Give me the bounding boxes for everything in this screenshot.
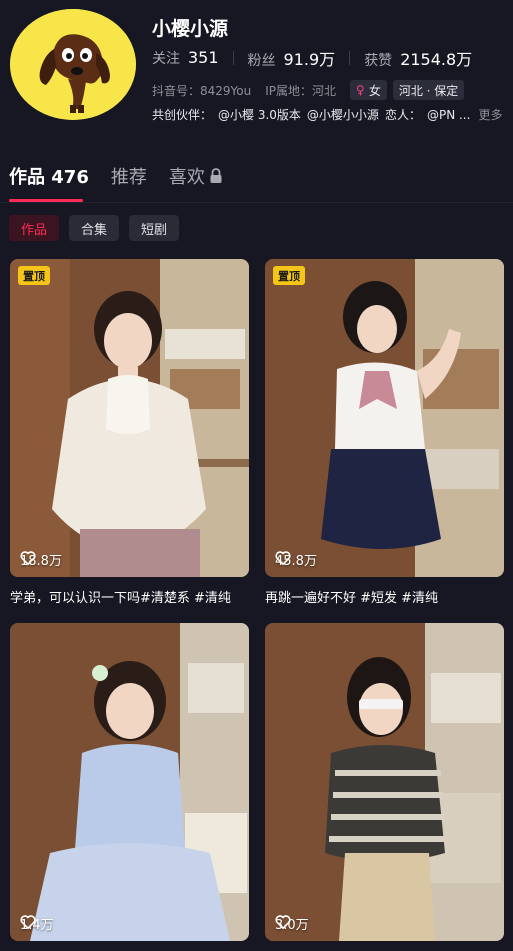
pinned-badge: 置顶: [273, 266, 305, 285]
video-caption[interactable]: 再跳一遍好不好 #短发 #清纯: [265, 587, 504, 606]
heart-icon: [20, 551, 36, 565]
douyin-id: 抖音号：8429You: [152, 83, 252, 98]
video-cover-image: [10, 259, 249, 577]
stat-label: 粉丝: [247, 53, 276, 69]
tab-recommend[interactable]: 推荐: [111, 163, 147, 189]
gender-label: 女: [368, 83, 381, 98]
more-link[interactable]: 更多: [478, 106, 502, 123]
stat-value: 351: [188, 48, 219, 67]
divider: [232, 51, 234, 65]
tab-liked[interactable]: 喜欢: [169, 163, 223, 189]
ip-location: IP属地：河北: [265, 83, 337, 98]
like-count: 1.4万: [20, 914, 54, 933]
profile-meta: 抖音号：8429You IP属地：河北 ♀ 女 河北 · 保定: [152, 80, 470, 100]
stat-label: 关注: [152, 51, 180, 67]
stat-label: 获赞: [364, 53, 393, 69]
video-thumbnail[interactable]: 置顶 18.8万: [10, 259, 249, 577]
video-cover-image: [265, 259, 504, 577]
lover-link[interactable]: @PN ...: [427, 108, 470, 122]
partner-link[interactable]: @小樱小小源: [307, 106, 379, 123]
avatar[interactable]: [10, 9, 136, 120]
like-count: 18.8万: [20, 550, 62, 569]
profile-stats: 关注 351 粉丝 91.9万 获赞 2154.8万: [152, 46, 472, 70]
heart-icon: [275, 551, 291, 565]
like-count: 45.8万: [275, 550, 317, 569]
dog-avatar-image: [10, 9, 136, 120]
tab-label: 喜欢: [168, 167, 205, 188]
female-icon: ♀: [356, 83, 365, 97]
stat-value: 91.9万: [283, 50, 336, 69]
like-count: 3.0万: [275, 914, 309, 933]
profile-tabs: 作品 476 推荐 喜欢: [9, 163, 245, 189]
video-card[interactable]: 置顶 45.8万 再跳一遍好不好 #短发 #清纯: [265, 259, 504, 606]
gender-tag: ♀ 女: [350, 80, 387, 100]
video-cover-image: [10, 623, 249, 941]
pinned-badge: 置顶: [18, 266, 50, 285]
video-thumbnail[interactable]: 1.4万: [10, 623, 249, 941]
divider: [0, 202, 513, 203]
chip-collections[interactable]: 合集: [69, 215, 120, 241]
stat-likes[interactable]: 获赞 2154.8万: [364, 46, 472, 70]
lock-icon: [210, 168, 222, 183]
divider: [349, 51, 351, 65]
region-tag: 河北 · 保定: [392, 80, 465, 100]
video-caption[interactable]: 学弟，可以认识一下吗#清楚系 #清纯: [10, 587, 249, 606]
heart-icon: [20, 915, 36, 929]
filter-chips: 作品 合集 短剧: [9, 215, 180, 241]
video-card[interactable]: 1.4万: [10, 623, 249, 941]
video-thumbnail[interactable]: 置顶 45.8万: [265, 259, 504, 577]
lover-label: 恋人：: [384, 108, 421, 122]
chip-works[interactable]: 作品: [9, 215, 60, 241]
video-cover-image: [265, 623, 504, 941]
username: 小樱小源: [152, 18, 229, 40]
video-card[interactable]: 3.0万: [265, 623, 504, 941]
tab-works[interactable]: 作品 476: [9, 163, 89, 189]
chip-short-dramas[interactable]: 短剧: [129, 215, 180, 241]
partner-link[interactable]: @小樱 3.0版本: [218, 106, 301, 123]
heart-icon: [275, 915, 291, 929]
stat-following[interactable]: 关注 351: [152, 48, 219, 68]
stat-followers[interactable]: 粉丝 91.9万: [248, 46, 336, 70]
partners-label: 共创伙伴：: [152, 108, 213, 122]
video-card[interactable]: 置顶 18.8万 学弟，可以认识一下吗#清楚系 #清纯: [10, 259, 249, 606]
partners-line: 共创伙伴： @小樱 3.0版本 @小樱小小源 恋人： @PN ... 更多: [152, 106, 508, 123]
stat-value: 2154.8万: [400, 50, 473, 69]
video-thumbnail[interactable]: 3.0万: [265, 623, 504, 941]
